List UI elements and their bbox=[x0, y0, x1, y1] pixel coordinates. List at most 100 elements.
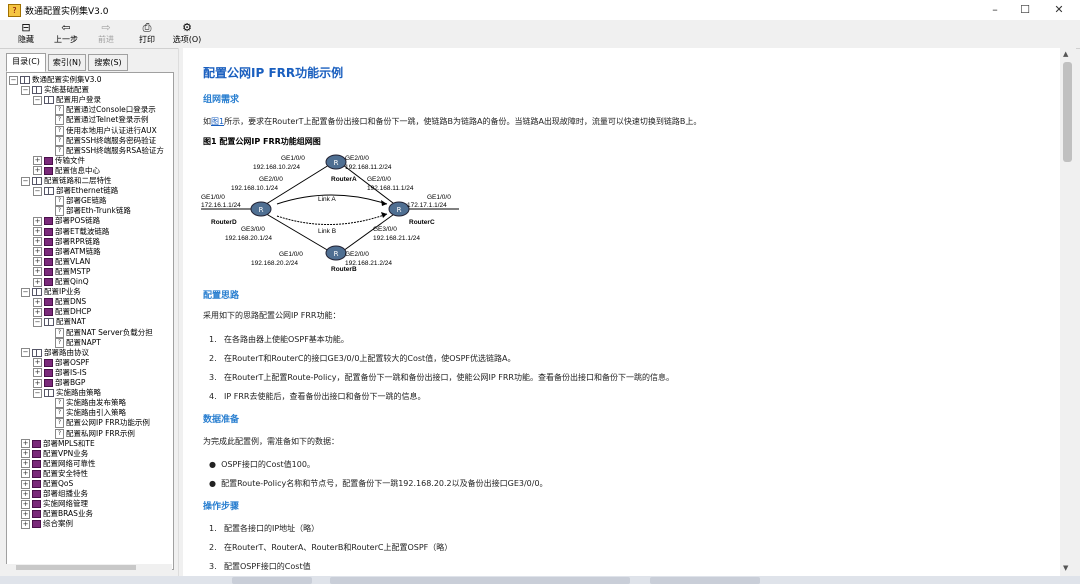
maximize-button[interactable]: ☐ bbox=[1008, 0, 1042, 20]
expand-icon[interactable]: + bbox=[33, 368, 42, 378]
expand-icon[interactable]: + bbox=[21, 469, 30, 479]
expand-icon[interactable]: + bbox=[21, 499, 30, 509]
tree-item[interactable]: − 部署Ethernet链路 bbox=[33, 186, 118, 196]
tree-item[interactable]: − 数通配置实例集V3.0 bbox=[9, 75, 102, 85]
forward-button[interactable]: ⇨ 前进 bbox=[94, 22, 118, 45]
collapse-icon[interactable]: − bbox=[21, 176, 30, 186]
tree-item[interactable]: + 部署BGP bbox=[33, 378, 85, 388]
tree-item[interactable]: − 配置链路和二层特性 bbox=[21, 176, 112, 186]
options-button[interactable]: ⚙ 选项(O) bbox=[170, 22, 204, 45]
tree-item[interactable]: ? 配置SSH终端服务密码验证 bbox=[55, 135, 156, 146]
expand-icon[interactable]: + bbox=[21, 509, 30, 519]
tree-item[interactable]: − 实施路由策略 bbox=[33, 388, 101, 398]
collapse-icon[interactable]: − bbox=[33, 317, 42, 327]
expand-icon[interactable]: + bbox=[33, 307, 42, 317]
tree-item[interactable]: + 部署MPLS和TE bbox=[21, 439, 95, 449]
tree-item[interactable]: + 部署ET载波链路 bbox=[33, 227, 109, 237]
minimize-button[interactable]: – bbox=[978, 0, 1012, 20]
expand-icon[interactable]: + bbox=[33, 267, 42, 277]
tree-item[interactable]: + 部署组播业务 bbox=[21, 489, 88, 499]
hide-button[interactable]: ⊟ 隐藏 bbox=[14, 22, 38, 45]
expand-icon[interactable]: + bbox=[33, 378, 42, 388]
expand-icon[interactable]: + bbox=[33, 277, 42, 287]
contents-tree[interactable]: − 数通配置实例集V3.0− 实施基础配置 − 配置用户登录? 配置通过Console口登… bbox=[6, 72, 174, 570]
tree-item[interactable]: ? 部署Eth-Trunk链路 bbox=[55, 206, 131, 217]
tree-item[interactable]: + 配置DHCP bbox=[33, 307, 91, 317]
collapse-icon[interactable]: − bbox=[33, 388, 42, 398]
scrollbar-thumb[interactable] bbox=[1063, 62, 1072, 162]
scroll-up-arrow-icon[interactable]: ▲ bbox=[1063, 50, 1068, 58]
tree-item[interactable]: ? 配置公网IP FRR功能示例 bbox=[55, 418, 150, 429]
tree-item[interactable]: + 部署OSPF bbox=[33, 358, 90, 368]
tree-item[interactable]: − 配置IP业务 bbox=[21, 287, 81, 297]
collapse-icon[interactable]: − bbox=[33, 95, 42, 105]
tree-item[interactable]: − 部署路由协议 bbox=[21, 348, 89, 358]
tree-item[interactable]: ? 部署GE链路 bbox=[55, 196, 107, 207]
tree-item[interactable]: + 配置MSTP bbox=[33, 267, 90, 277]
tree-item[interactable]: ? 配置NAT Server负载分担 bbox=[55, 327, 153, 338]
expand-icon[interactable]: + bbox=[21, 489, 30, 499]
tree-item[interactable]: ? 实施路由引入策略 bbox=[55, 408, 126, 419]
expand-icon[interactable]: + bbox=[33, 297, 42, 307]
tree-item[interactable]: ? 配置通过Telnet登录示例 bbox=[55, 115, 148, 126]
tab-contents[interactable]: 目录(C) bbox=[6, 53, 46, 72]
link-a-label: Link A bbox=[318, 196, 336, 203]
tree-item[interactable]: − 实施基础配置 bbox=[21, 85, 89, 95]
scroll-down-arrow-icon[interactable]: ▼ bbox=[1063, 564, 1068, 572]
collapse-icon[interactable]: − bbox=[21, 287, 30, 297]
tree-item[interactable]: + 部署ATM链路 bbox=[33, 247, 101, 257]
tree-horizontal-scrollbar[interactable] bbox=[6, 564, 172, 572]
close-button[interactable]: ✕ bbox=[1042, 0, 1076, 20]
tree-item[interactable]: + 部署RPR链路 bbox=[33, 237, 100, 247]
tree-item[interactable]: ? 配置私网IP FRR示例 bbox=[55, 428, 135, 439]
expand-icon[interactable]: + bbox=[21, 519, 30, 529]
tree-item[interactable]: + 配置网络可靠性 bbox=[21, 459, 96, 469]
taskbar-item[interactable] bbox=[650, 577, 760, 584]
expand-icon[interactable]: + bbox=[33, 247, 42, 257]
tree-item[interactable]: + 实施网络管理 bbox=[21, 499, 88, 509]
tree-item[interactable]: − 配置用户登录 bbox=[33, 95, 101, 105]
tree-item[interactable]: ? 实施路由发布策略 bbox=[55, 398, 126, 409]
expand-icon[interactable]: + bbox=[33, 216, 42, 226]
tree-item[interactable]: + 传输文件 bbox=[33, 156, 85, 166]
expand-icon[interactable]: + bbox=[33, 257, 42, 267]
tree-item[interactable]: ? 配置SSH终端服务RSA验证方 bbox=[55, 145, 164, 156]
tree-item[interactable]: + 综合案例 bbox=[21, 519, 73, 529]
collapse-icon[interactable]: − bbox=[21, 348, 30, 358]
tree-item[interactable]: + 配置VPN业务 bbox=[21, 449, 88, 459]
expand-icon[interactable]: + bbox=[33, 156, 42, 166]
collapse-icon[interactable]: − bbox=[9, 75, 18, 85]
taskbar-item[interactable] bbox=[232, 577, 312, 584]
expand-icon[interactable]: + bbox=[33, 166, 42, 176]
tree-item[interactable]: ? 使用本地用户认证进行AUX bbox=[55, 125, 157, 136]
back-button[interactable]: ⇦ 上一步 bbox=[52, 22, 80, 45]
content-vertical-scrollbar[interactable]: ▲ ▼ bbox=[1060, 48, 1076, 576]
tree-item[interactable]: + 配置QinQ bbox=[33, 277, 89, 287]
print-button[interactable]: ⎙ 打印 bbox=[136, 22, 158, 45]
tree-item[interactable]: ? 配置通过Console口登录示 bbox=[55, 105, 156, 116]
expand-icon[interactable]: + bbox=[33, 358, 42, 368]
tree-item[interactable]: − 配置NAT bbox=[33, 317, 86, 327]
scrollbar-thumb[interactable] bbox=[16, 565, 136, 570]
expand-icon[interactable]: + bbox=[21, 479, 30, 489]
expand-icon[interactable]: + bbox=[33, 227, 42, 236]
expand-icon[interactable]: + bbox=[21, 439, 30, 449]
expand-icon[interactable]: + bbox=[21, 449, 30, 459]
tree-item[interactable]: + 配置BRAS业务 bbox=[21, 509, 93, 519]
expand-icon[interactable]: + bbox=[33, 237, 42, 247]
taskbar-item[interactable] bbox=[330, 577, 630, 584]
expand-icon[interactable]: + bbox=[21, 459, 30, 469]
tree-item[interactable]: + 配置VLAN bbox=[33, 257, 90, 267]
tree-item[interactable]: + 部署POS链路 bbox=[33, 216, 100, 226]
tab-index[interactable]: 索引(N) bbox=[48, 54, 86, 71]
figure-link[interactable]: 图1 bbox=[211, 117, 224, 126]
tree-item[interactable]: + 配置QoS bbox=[21, 479, 73, 489]
tab-search[interactable]: 搜索(S) bbox=[88, 54, 128, 71]
collapse-icon[interactable]: − bbox=[21, 85, 30, 95]
tree-item[interactable]: + 配置DNS bbox=[33, 297, 86, 307]
collapse-icon[interactable]: − bbox=[33, 186, 42, 196]
tree-item[interactable]: ? 配置NAPT bbox=[55, 337, 101, 348]
tree-item[interactable]: + 部署IS-IS bbox=[33, 368, 87, 378]
tree-item[interactable]: + 配置信息中心 bbox=[33, 166, 100, 176]
tree-item[interactable]: + 配置安全特性 bbox=[21, 469, 88, 479]
